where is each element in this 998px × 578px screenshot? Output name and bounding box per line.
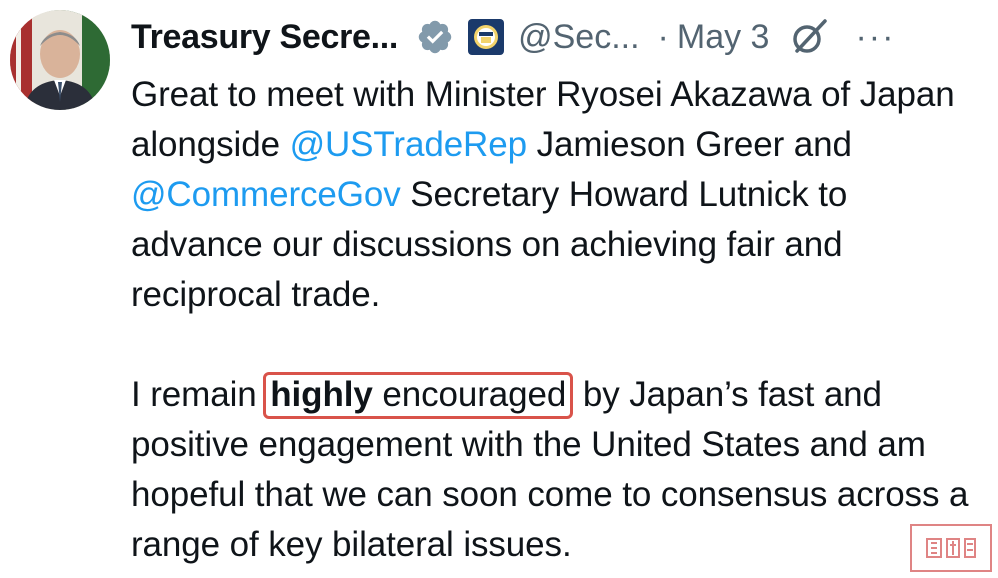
text-segment: I remain: [131, 375, 267, 414]
author-name[interactable]: Treasury Secre...: [131, 18, 398, 57]
mention-ustraderep[interactable]: @USTradeRep: [290, 125, 527, 164]
tweet-date[interactable]: May 3: [677, 18, 770, 57]
text-segment: Jamieson Greer and: [526, 125, 852, 164]
author-handle[interactable]: @Sec...: [518, 18, 639, 57]
highlight-bold-word: highly: [270, 375, 373, 414]
avatar[interactable]: [10, 10, 110, 110]
highlight-rest: encouraged: [372, 375, 567, 414]
more-icon[interactable]: ···: [855, 18, 895, 57]
verified-icon: [416, 18, 454, 56]
grok-icon[interactable]: [789, 17, 829, 57]
separator-dot: ·: [657, 17, 669, 56]
treasury-seal-icon: [468, 19, 505, 55]
paragraph-2: I remain highly encouraged by Japan’s fa…: [131, 370, 981, 570]
tweet-header: Treasury Secre... @Sec... · May 3 ···: [131, 14, 978, 60]
mention-commercegov[interactable]: @CommerceGov: [131, 175, 401, 214]
tweet-text: Great to meet with Minister Ryosei Akaza…: [131, 70, 981, 570]
watermark-stamp: [910, 524, 992, 572]
highlight-box: highly encouraged: [263, 372, 574, 419]
paragraph-1: Great to meet with Minister Ryosei Akaza…: [131, 70, 981, 320]
